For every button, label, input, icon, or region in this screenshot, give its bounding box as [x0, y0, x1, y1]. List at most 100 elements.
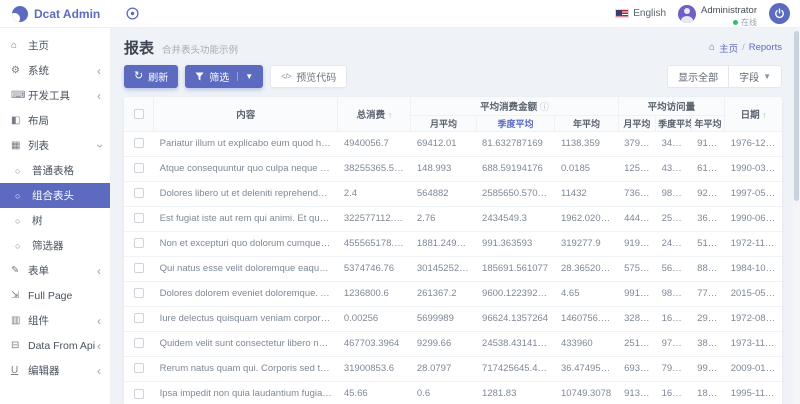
sidebar-item-label: 列表	[28, 138, 97, 153]
info-icon: ⓘ	[540, 102, 549, 112]
sidebar-item-label: 普通表格	[32, 163, 101, 178]
col-header-date[interactable]: 日期 ↑	[725, 97, 782, 131]
cost-quarterly-cell: 2585650.5706111	[476, 181, 555, 206]
total-cost-cell: 45.66	[338, 381, 411, 404]
scrollbar-thumb[interactable]	[794, 31, 799, 201]
page-subtitle: 合并表头功能示例	[162, 42, 238, 56]
col-header-cost-monthly[interactable]: 月平均	[411, 115, 476, 131]
sidebar-item-lists[interactable]: ▦列表‹	[0, 133, 110, 158]
power-icon	[774, 8, 785, 19]
visits-monthly-cell: 251681	[618, 331, 656, 356]
breadcrumb-current[interactable]: Reports	[749, 42, 782, 53]
sidebar-item-plain-table[interactable]: ○普通表格	[0, 158, 110, 183]
sidebar-item-combined-header[interactable]: ○组合表头	[0, 183, 110, 208]
row-checkbox[interactable]	[134, 263, 144, 273]
row-checkbox[interactable]	[134, 138, 144, 148]
sidebar-item-system[interactable]: ⚙系统‹	[0, 58, 110, 83]
sidebar-item-home[interactable]: ⌂主页	[0, 33, 110, 58]
main-content: 报表 合并表头功能示例 ⌂ 主页 / Reports ↻ 刷新 筛选 ▼ </>…	[110, 28, 800, 404]
row-checkbox-cell	[124, 156, 154, 181]
visits-quarterly-cell: 975282	[656, 331, 692, 356]
language-selector[interactable]: English	[615, 8, 666, 19]
sidebar-item-tree[interactable]: ○树	[0, 208, 110, 233]
row-checkbox-cell	[124, 331, 154, 356]
chevron-collapsed-icon: ‹	[97, 340, 101, 352]
total-cost-cell: 455565178.13578	[338, 231, 411, 256]
sidebar-item-filter[interactable]: ○筛选器	[0, 233, 110, 258]
sidebar-item-editor[interactable]: U编辑器‹	[0, 358, 110, 383]
editor-icon: U	[11, 365, 28, 376]
breadcrumb-home-link[interactable]: 主页	[719, 41, 738, 55]
row-checkbox-cell	[124, 231, 154, 256]
select-all-header	[124, 97, 154, 131]
sidebar-item-data-from-api[interactable]: ⊟Data From Api‹	[0, 333, 110, 358]
sidebar-item-form[interactable]: ✎表单‹	[0, 258, 110, 283]
sidebar-item-layout[interactable]: ◧布局	[0, 108, 110, 133]
row-checkbox[interactable]	[134, 163, 144, 173]
row-checkbox[interactable]	[134, 313, 144, 323]
table-row: Pariatur illum ut explicabo eum quod hic…	[124, 131, 782, 156]
row-checkbox[interactable]	[134, 363, 144, 373]
col-header-cost-quarterly[interactable]: 季度平均	[476, 115, 555, 131]
sidebar-toggle-icon[interactable]	[126, 7, 139, 20]
cost-monthly-cell: 9299.66	[411, 331, 476, 356]
circle-icon: ○	[15, 191, 32, 201]
row-checkbox-cell	[124, 306, 154, 331]
table-row: Iure delectus quisquam veniam corporis. …	[124, 306, 782, 331]
page-scrollbar[interactable]	[793, 28, 800, 404]
table-icon: ▦	[11, 140, 28, 151]
sidebar-item-full-page[interactable]: ⇲Full Page	[0, 283, 110, 308]
content-cell: Non et excepturi quo dolorum cumque dolo…	[154, 231, 338, 256]
preview-code-button[interactable]: </> 预览代码	[270, 65, 347, 88]
logout-button[interactable]	[769, 3, 790, 24]
col-header-visits-yearly[interactable]: 年平均	[691, 115, 725, 131]
sidebar-item-label: 开发工具	[28, 88, 97, 103]
brand[interactable]: Dcat Admin	[0, 6, 110, 22]
avatar	[678, 5, 696, 23]
row-checkbox[interactable]	[134, 338, 144, 348]
funnel-icon	[195, 72, 204, 81]
group-header-avg-visits: 平均访问量	[618, 97, 725, 115]
layout-icon: ◧	[11, 115, 28, 126]
visits-monthly-cell: 693637	[618, 356, 656, 381]
select-all-checkbox[interactable]	[134, 109, 144, 119]
refresh-button[interactable]: ↻ 刷新	[124, 65, 178, 88]
cost-yearly-cell: 36.474950915	[555, 356, 618, 381]
row-checkbox[interactable]	[134, 188, 144, 198]
table-row: Atque consequuntur quo culpa neque sit i…	[124, 156, 782, 181]
visits-quarterly-cell: 248133	[656, 231, 692, 256]
content-cell: Qui natus esse velit doloremque eaque ne…	[154, 256, 338, 281]
circle-icon: ○	[15, 166, 32, 176]
sidebar-item-dev-tools[interactable]: ⌨开发工具‹	[0, 83, 110, 108]
user-menu[interactable]: Administrator 在线	[678, 0, 757, 27]
col-header-total[interactable]: 总消费 ↑	[338, 97, 411, 131]
group-header-avg-cost: 平均消费金额 ⓘ	[411, 97, 618, 115]
total-cost-cell: 5374746.76	[338, 256, 411, 281]
database-icon: ⊟	[11, 340, 28, 351]
row-checkbox[interactable]	[134, 238, 144, 248]
col-header-cost-yearly[interactable]: 年平均	[555, 115, 618, 131]
row-checkbox[interactable]	[134, 389, 144, 399]
row-checkbox[interactable]	[134, 288, 144, 298]
filter-button[interactable]: 筛选 ▼	[185, 65, 263, 88]
col-header-visits-quarterly[interactable]: 季度平均	[656, 115, 692, 131]
fields-dropdown-button[interactable]: 字段 ▼	[728, 65, 782, 88]
visits-yearly-cell: 366344	[691, 206, 725, 231]
show-all-button[interactable]: 显示全部	[667, 65, 728, 88]
sidebar-item-components[interactable]: ▥组件‹	[0, 308, 110, 333]
sidebar-item-label: 系统	[28, 63, 97, 78]
date-cell: 2009-01-04	[725, 356, 782, 381]
date-cell: 1997-05-29	[725, 181, 782, 206]
content-cell: Iure delectus quisquam veniam corporis. …	[154, 306, 338, 331]
cost-yearly-cell: 4.65	[555, 281, 618, 306]
row-checkbox[interactable]	[134, 213, 144, 223]
total-cost-cell: 4940056.7	[338, 131, 411, 156]
visits-yearly-cell: 18399	[691, 381, 725, 404]
cost-monthly-cell: 2.76	[411, 206, 476, 231]
visits-yearly-cell: 889334	[691, 256, 725, 281]
date-cell: 1976-12-15	[725, 131, 782, 156]
col-header-visits-monthly[interactable]: 月平均	[618, 115, 656, 131]
row-checkbox-cell	[124, 281, 154, 306]
cost-yearly-cell: 433960	[555, 331, 618, 356]
content-cell: Atque consequuntur quo culpa neque sit i…	[154, 156, 338, 181]
